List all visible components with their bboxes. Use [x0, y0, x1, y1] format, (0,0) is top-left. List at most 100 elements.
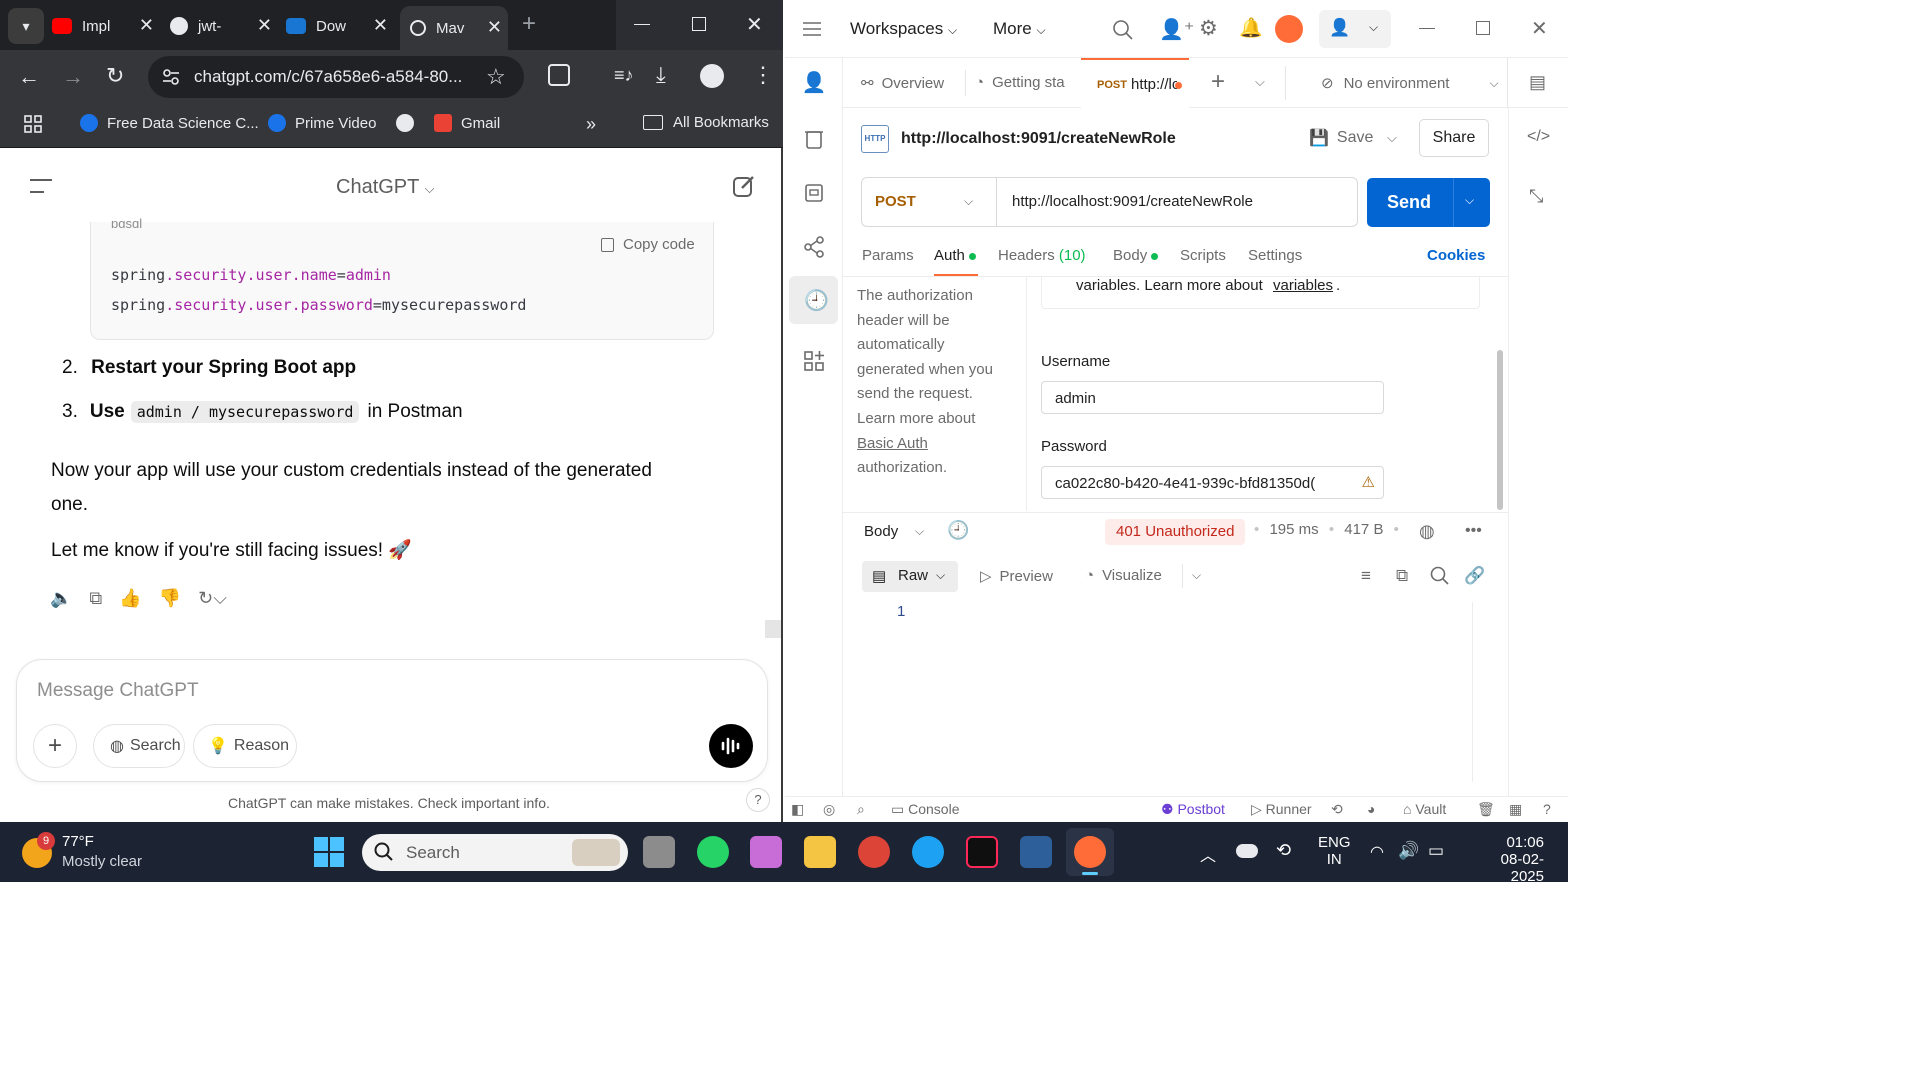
- workspaces-menu[interactable]: Workspaces ⌵: [850, 19, 957, 39]
- tab-overview[interactable]: ⚯ Overview: [861, 74, 944, 93]
- tab-youtube[interactable]: Impl ✕: [52, 6, 160, 46]
- environment-selector[interactable]: ⊘ No environment ⌵: [1321, 74, 1499, 93]
- sync-icon[interactable]: ⟲: [1276, 840, 1291, 861]
- send-button[interactable]: Send ⌵: [1367, 178, 1490, 227]
- tab-body[interactable]: Body: [1113, 247, 1159, 264]
- chevron-down-icon[interactable]: ⌵: [1192, 568, 1201, 583]
- chrome-icon[interactable]: [858, 836, 890, 868]
- send-dropdown-icon[interactable]: ⌵: [1465, 193, 1474, 208]
- help-button[interactable]: ?: [746, 788, 770, 812]
- proxy-icon[interactable]: ⟲: [1331, 801, 1343, 818]
- search-button[interactable]: ◍ Search: [93, 724, 185, 768]
- status-badge[interactable]: 401 Unauthorized: [1105, 519, 1246, 545]
- tab-params[interactable]: Params: [862, 247, 914, 264]
- tab-chatgpt-active[interactable]: Mav ✕: [400, 6, 508, 50]
- more-menu[interactable]: More ⌵: [993, 19, 1046, 39]
- right-sidebar-docs-icon[interactable]: ▤: [1529, 72, 1546, 93]
- tab-headers[interactable]: Headers (10): [998, 247, 1086, 264]
- close-window-button[interactable]: ✕: [746, 12, 763, 37]
- flows-icon[interactable]: [799, 232, 829, 262]
- site-info-icon[interactable]: [162, 68, 180, 86]
- tab-active-request[interactable]: POST http://lo: [1081, 58, 1189, 108]
- response-time[interactable]: 195 ms: [1269, 521, 1318, 538]
- response-body-label[interactable]: Body: [864, 523, 898, 540]
- vault-button[interactable]: ⌂ Vault: [1403, 801, 1446, 817]
- settings-gear-icon[interactable]: ⚙: [1199, 16, 1218, 41]
- all-bookmarks[interactable]: All Bookmarks: [643, 114, 769, 131]
- response-size[interactable]: 417 B: [1344, 521, 1383, 538]
- close-icon[interactable]: ✕: [487, 17, 502, 38]
- more-options-icon[interactable]: •••: [1465, 522, 1482, 540]
- user-icon[interactable]: 👤: [799, 70, 829, 100]
- password-input[interactable]: ca022c80-b420-4e41-939c-bfd81350d( ⚠: [1041, 466, 1384, 499]
- close-icon[interactable]: ✕: [373, 15, 388, 36]
- search-icon[interactable]: [1113, 20, 1133, 40]
- invite-user-icon[interactable]: 👤⁺: [1159, 17, 1194, 42]
- bookmark-star-icon[interactable]: ☆: [486, 64, 506, 90]
- close-icon[interactable]: ✕: [139, 15, 154, 36]
- forward-icon[interactable]: →: [62, 64, 84, 90]
- layout-icon[interactable]: ▦: [1509, 801, 1522, 818]
- postbot-button[interactable]: ⚉ Postbot: [1161, 801, 1225, 818]
- intellij-icon[interactable]: [966, 836, 998, 868]
- copy-icon[interactable]: ⧉: [89, 588, 102, 609]
- read-aloud-icon[interactable]: 🔈: [50, 588, 72, 609]
- back-icon[interactable]: ←: [18, 64, 40, 90]
- new-chat-icon[interactable]: [732, 174, 756, 198]
- copy-code-button[interactable]: Copy code: [601, 236, 695, 253]
- wifi-icon[interactable]: ◠: [1370, 842, 1384, 862]
- close-window-button[interactable]: ✕: [1531, 16, 1548, 41]
- language-indicator[interactable]: ENG IN: [1318, 834, 1351, 868]
- trash-icon[interactable]: 🗑: [1477, 801, 1495, 818]
- profile-avatar[interactable]: [700, 64, 724, 88]
- wrap-lines-icon[interactable]: ≡: [1361, 566, 1371, 586]
- onedrive-icon[interactable]: [1236, 844, 1258, 858]
- clock[interactable]: 01:06 08-02-2025: [1468, 834, 1544, 885]
- scrollbar[interactable]: [765, 222, 781, 658]
- add-workspace-icon[interactable]: [799, 346, 829, 376]
- media-controls-icon[interactable]: ≡♪: [614, 65, 634, 86]
- tabs-dropdown-icon[interactable]: ⌵: [1255, 74, 1265, 90]
- tab-auth[interactable]: Auth: [934, 247, 977, 264]
- reason-button[interactable]: 💡 Reason: [193, 724, 297, 768]
- console-button[interactable]: ▭ Console: [891, 801, 960, 818]
- sidebar-toggle-icon[interactable]: [30, 178, 52, 194]
- menu-icon[interactable]: ⋮: [752, 62, 774, 88]
- extensions-icon[interactable]: [548, 64, 570, 86]
- preview-button[interactable]: ▷ Preview: [980, 567, 1053, 585]
- battery-icon[interactable]: ▭: [1428, 841, 1444, 861]
- tab-search-button[interactable]: ▾: [8, 8, 44, 44]
- link-icon[interactable]: 🔗: [1464, 566, 1485, 586]
- environments-icon[interactable]: [799, 178, 829, 208]
- apps-grid-icon[interactable]: [24, 115, 42, 133]
- scrollbar-thumb[interactable]: [765, 620, 781, 638]
- postman-logo-icon[interactable]: [1275, 15, 1303, 43]
- bookmark-prime-video[interactable]: Prime Video: [268, 114, 376, 132]
- code-snippet-icon[interactable]: </>: [1527, 128, 1550, 146]
- raw-view-button[interactable]: ▤ Raw ⌵: [862, 561, 958, 592]
- show-hidden-icons[interactable]: ︿: [1200, 842, 1216, 866]
- weather-temp[interactable]: 77°F: [62, 833, 94, 850]
- maximize-button[interactable]: [1476, 21, 1490, 35]
- tab-scripts[interactable]: Scripts: [1180, 247, 1226, 264]
- voice-mode-button[interactable]: [709, 724, 753, 768]
- file-explorer-icon[interactable]: [804, 836, 836, 868]
- model-selector[interactable]: ChatGPT ⌵: [336, 176, 434, 199]
- find-icon[interactable]: ⌕: [857, 801, 865, 818]
- tab-settings[interactable]: Settings: [1248, 247, 1302, 264]
- tab-getting-started[interactable]: ◔ Getting sta: [975, 74, 1065, 91]
- attach-button[interactable]: +: [33, 724, 77, 768]
- variables-link[interactable]: variables: [1273, 277, 1333, 294]
- bookmark-data-science[interactable]: Free Data Science C...: [80, 114, 259, 132]
- save-button[interactable]: 💾 Save: [1309, 128, 1373, 148]
- close-icon[interactable]: ✕: [257, 15, 272, 36]
- address-bar[interactable]: chatgpt.com/c/67a658e6-a584-80... ☆: [148, 56, 524, 98]
- online-status-icon[interactable]: ◎: [823, 801, 835, 818]
- reload-icon[interactable]: ↻: [106, 63, 124, 89]
- maximize-button[interactable]: [692, 17, 706, 31]
- regenerate-icon[interactable]: ↻⌵: [198, 588, 227, 609]
- postman-taskbar-active[interactable]: [1066, 828, 1114, 876]
- thumbs-down-icon[interactable]: 👎: [159, 588, 181, 609]
- username-input[interactable]: admin: [1041, 381, 1384, 414]
- tab-github[interactable]: jwt- ✕: [170, 6, 278, 46]
